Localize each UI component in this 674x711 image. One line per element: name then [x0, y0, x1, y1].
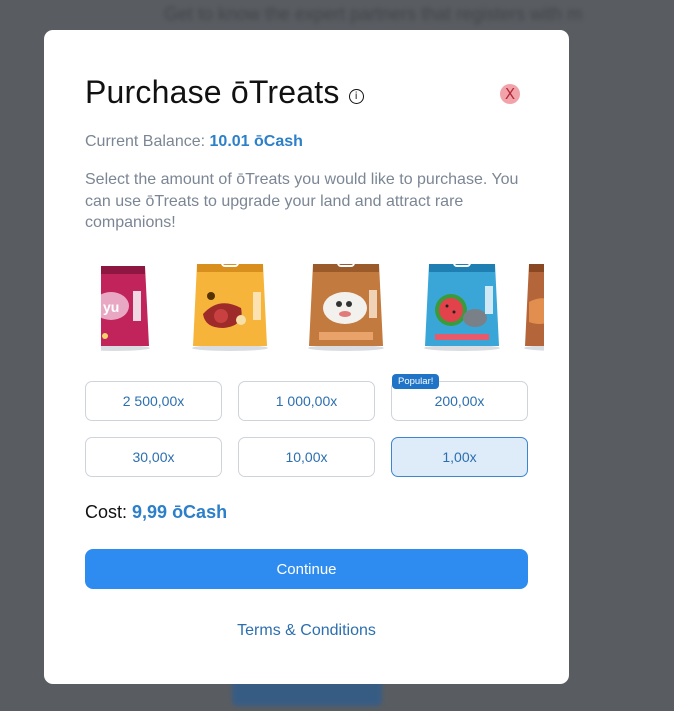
- close-button[interactable]: X: [500, 84, 520, 104]
- continue-button[interactable]: Continue: [85, 549, 528, 589]
- cost-label: Cost:: [85, 502, 128, 522]
- svg-text:yu: yu: [103, 299, 119, 315]
- pink-treat-bag-icon[interactable]: yu: [101, 256, 155, 352]
- balance-value: 10.01 ōCash: [209, 133, 303, 150]
- option-10[interactable]: 10,00x: [238, 437, 375, 477]
- cost-value: 9,99 ōCash: [132, 502, 228, 522]
- background-text: Get to know the expert partners that reg…: [164, 4, 583, 24]
- description: Select the amount of ōTreats you would l…: [85, 171, 519, 231]
- title-row: Purchase ōTreats i: [85, 74, 364, 111]
- option-30[interactable]: 30,00x: [85, 437, 222, 477]
- option-2500[interactable]: 2 500,00x: [85, 381, 222, 421]
- option-label: 1 000,00x: [275, 393, 338, 409]
- terms-label: Terms & Conditions: [237, 622, 376, 639]
- balance-label: Current Balance:: [85, 133, 206, 150]
- orange-treat-bag-icon[interactable]: [189, 256, 271, 352]
- current-balance: Current Balance: 10.01 ōCash: [85, 133, 303, 151]
- option-200[interactable]: Popular! 200,00x: [391, 374, 528, 421]
- terms-link[interactable]: Terms & Conditions: [44, 622, 569, 640]
- option-1[interactable]: 1,00x: [391, 437, 528, 477]
- partial-treat-bag-icon[interactable]: [521, 256, 544, 352]
- option-label: 10,00x: [285, 449, 328, 465]
- continue-label: Continue: [276, 560, 337, 578]
- option-1000[interactable]: 1 000,00x: [238, 381, 375, 421]
- popular-badge: Popular!: [392, 374, 440, 389]
- close-icon: X: [504, 85, 516, 103]
- brown-treat-bag-icon[interactable]: [305, 256, 387, 352]
- purchase-modal: Purchase ōTreats i X Current Balance: 10…: [44, 30, 569, 684]
- info-icon[interactable]: i: [348, 89, 364, 104]
- product-carousel[interactable]: yu: [101, 252, 544, 360]
- modal-title: Purchase ōTreats: [85, 74, 340, 110]
- option-label: 2 500,00x: [122, 393, 185, 409]
- option-label: 30,00x: [132, 449, 175, 465]
- quantity-options: 2 500,00x 1 000,00x Popular! 200,00x 30,…: [85, 374, 528, 477]
- option-label: 1,00x: [442, 449, 477, 465]
- option-label: 200,00x: [434, 393, 485, 409]
- blue-watermelon-treat-bag-icon[interactable]: [421, 256, 503, 352]
- cost: Cost: 9,99 ōCash: [85, 502, 227, 523]
